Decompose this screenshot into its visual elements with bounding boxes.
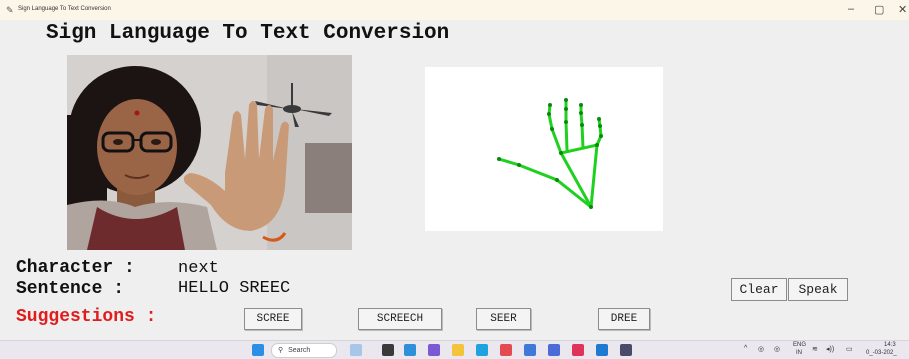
edge-browser-icon[interactable] [404, 344, 416, 356]
start-windows-icon[interactable] [252, 344, 264, 356]
teams-icon[interactable] [428, 344, 440, 356]
page-title: Sign Language To Text Conversion [46, 22, 450, 45]
battery-icon[interactable]: ▭ [846, 345, 853, 353]
suggestions-label: Suggestions : [16, 307, 157, 327]
window-title: Sign Language To Text Conversion [18, 6, 111, 12]
tray-app-icon[interactable]: ◎ [758, 345, 764, 353]
taskbar-search[interactable]: ⚲ Search [271, 343, 337, 358]
character-label: Character : [16, 258, 135, 278]
chrome-icon[interactable] [476, 344, 488, 356]
taskbar: ⚲ Search ^ ◎ ◎ ENG IN ≋ ◂)) ▭ 14:3 0_-03… [0, 340, 909, 359]
mail-icon[interactable] [524, 344, 536, 356]
photos-icon[interactable] [548, 344, 560, 356]
hand-landmark-skeleton [497, 98, 603, 209]
suggestion-button-3[interactable]: SEER [476, 308, 531, 330]
speak-button[interactable]: Speak [788, 278, 848, 301]
clear-button[interactable]: Clear [731, 278, 787, 301]
sentence-value: HELLO SREEC [178, 279, 291, 298]
ms-store-icon[interactable] [500, 344, 512, 356]
task-view-icon[interactable] [382, 344, 394, 356]
widgets-icon[interactable] [350, 344, 362, 356]
wifi-icon[interactable]: ≋ [812, 345, 818, 353]
app-icon[interactable] [572, 344, 584, 356]
python-window-icon[interactable] [620, 344, 632, 356]
hand-skeleton-panel [425, 67, 663, 231]
sentence-label: Sentence : [16, 279, 125, 299]
volume-icon[interactable]: ◂)) [826, 345, 834, 353]
search-icon: ⚲ [278, 347, 284, 354]
tray-chevron-icon[interactable]: ^ [744, 345, 747, 352]
region-indicator: IN [796, 350, 802, 356]
clock-date: 0_-03-202_ [866, 350, 897, 356]
file-explorer-icon[interactable] [452, 344, 464, 356]
camera-feed [67, 55, 352, 250]
language-indicator[interactable]: ENG [793, 342, 806, 348]
search-placeholder: Search [288, 347, 311, 354]
character-value: next [178, 259, 219, 278]
camera-frame-illustration [67, 55, 352, 250]
vscode-icon[interactable] [596, 344, 608, 356]
window-title-bar: ✎ Sign Language To Text Conversion – ▢ ✕ [0, 0, 909, 20]
suggestion-button-2[interactable]: SCREECH [358, 308, 442, 330]
minimize-button[interactable]: – [848, 3, 854, 15]
suggestion-button-4[interactable]: DREE [598, 308, 650, 330]
close-button[interactable]: ✕ [898, 3, 907, 16]
maximize-button[interactable]: ▢ [874, 3, 884, 16]
clock-time[interactable]: 14:3 [884, 342, 896, 348]
suggestion-button-1[interactable]: SCREE [244, 308, 302, 330]
tray-network-icon[interactable]: ◎ [774, 345, 780, 353]
app-feather-icon: ✎ [6, 5, 14, 15]
